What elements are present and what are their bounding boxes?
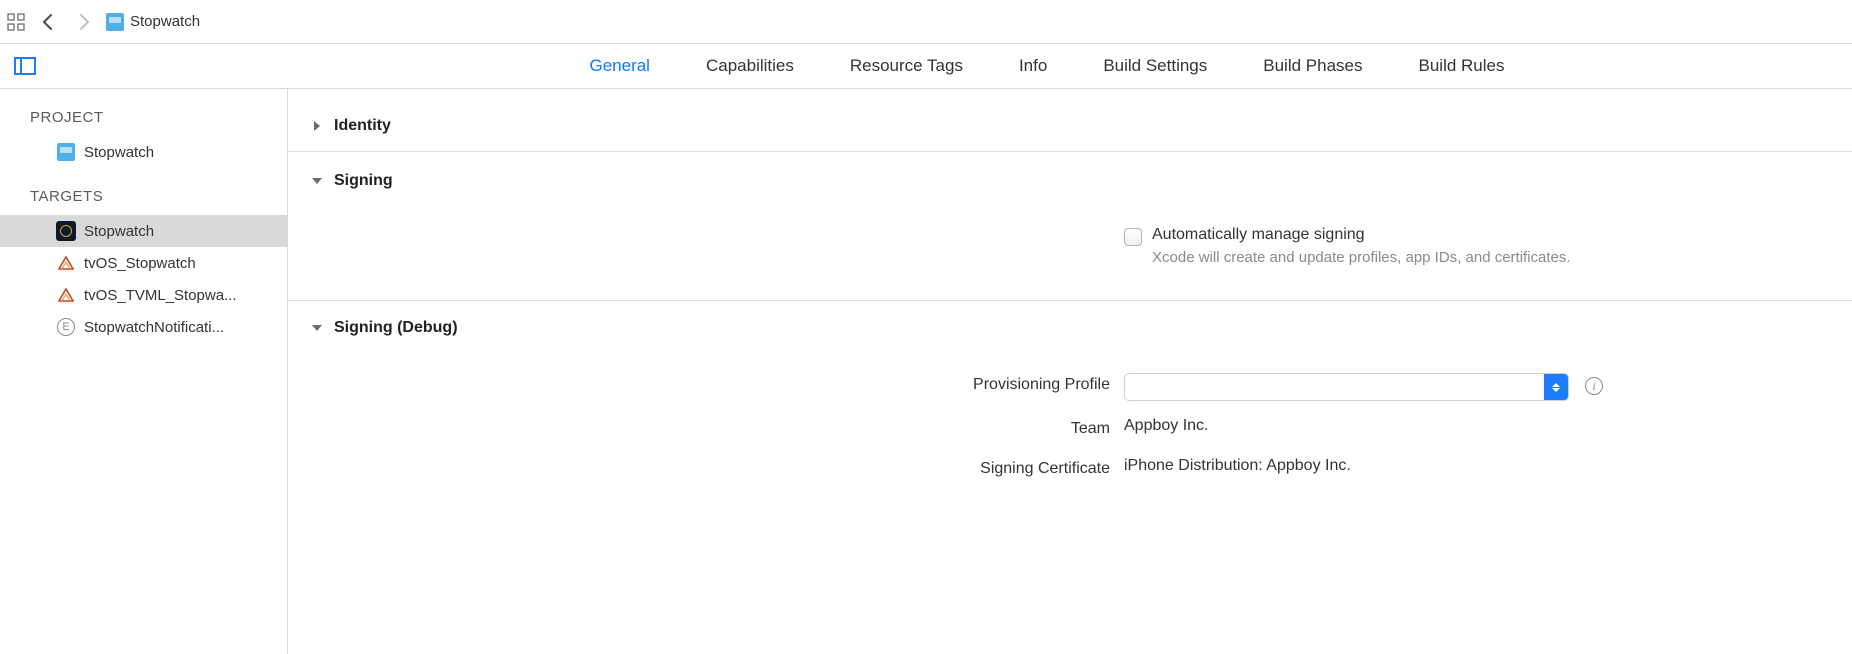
- cert-label: Signing Certificate: [288, 457, 1124, 481]
- section-signing-header[interactable]: Signing: [288, 152, 1852, 200]
- target-editor: Identity Signing Automatically manage si…: [288, 89, 1852, 654]
- section-signing-title: Signing: [334, 172, 393, 190]
- signing-form: Automatically manage signing Xcode will …: [288, 200, 1852, 294]
- main-split: PROJECT Stopwatch TARGETS Stopwatch tvOS…: [0, 89, 1852, 654]
- target-item-stopwatch[interactable]: Stopwatch: [0, 215, 287, 247]
- tvos-target-icon: [56, 253, 76, 273]
- tab-info[interactable]: Info: [1019, 56, 1047, 76]
- project-icon: [106, 13, 124, 31]
- project-section-label: PROJECT: [0, 103, 287, 136]
- nav-forward-button[interactable]: [70, 13, 98, 31]
- related-items-icon[interactable]: [6, 12, 26, 32]
- provisioning-row: Provisioning Profile i: [288, 365, 1852, 409]
- target-item-label: Stopwatch: [84, 223, 154, 240]
- tab-build-rules[interactable]: Build Rules: [1419, 56, 1505, 76]
- breadcrumb-bar: Stopwatch: [0, 0, 1852, 44]
- project-item-stopwatch[interactable]: Stopwatch: [0, 136, 287, 168]
- auto-manage-row: Automatically manage signing Xcode will …: [288, 218, 1852, 276]
- project-item-label: Stopwatch: [84, 144, 154, 161]
- chevron-down-icon: [310, 174, 324, 188]
- team-label: Team: [288, 417, 1124, 441]
- signing-debug-form: Provisioning Profile i Team Appboy Inc. …: [288, 347, 1852, 507]
- provisioning-label: Provisioning Profile: [288, 373, 1124, 397]
- targets-section-label: TARGETS: [0, 168, 287, 215]
- auto-manage-label: Automatically manage signing: [1152, 226, 1571, 244]
- team-row: Team Appboy Inc.: [288, 409, 1852, 449]
- info-icon[interactable]: i: [1585, 377, 1603, 395]
- auto-manage-checkbox[interactable]: [1124, 228, 1142, 246]
- editor-tab-bar: General Capabilities Resource Tags Info …: [0, 44, 1852, 89]
- target-item-notification-ext[interactable]: E StopwatchNotificati...: [0, 311, 287, 343]
- target-item-label: StopwatchNotificati...: [84, 319, 224, 336]
- cert-row: Signing Certificate iPhone Distribution:…: [288, 449, 1852, 489]
- provisioning-profile-select[interactable]: [1124, 373, 1569, 401]
- tab-general[interactable]: General: [589, 56, 649, 76]
- target-item-label: tvOS_Stopwatch: [84, 255, 196, 272]
- target-item-label: tvOS_TVML_Stopwa...: [84, 287, 237, 304]
- tvos-target-icon: [56, 285, 76, 305]
- project-icon: [56, 142, 76, 162]
- chevron-down-icon: [310, 321, 324, 335]
- section-signing-debug-header[interactable]: Signing (Debug): [288, 301, 1852, 347]
- extension-target-icon: E: [56, 317, 76, 337]
- section-signing-debug-title: Signing (Debug): [334, 319, 458, 337]
- editor-tabs: General Capabilities Resource Tags Info …: [42, 56, 1852, 76]
- section-identity-header[interactable]: Identity: [288, 107, 1852, 145]
- project-navigator: PROJECT Stopwatch TARGETS Stopwatch tvOS…: [0, 89, 288, 654]
- tab-build-settings[interactable]: Build Settings: [1103, 56, 1207, 76]
- chevron-right-icon: [310, 119, 324, 133]
- target-item-tvos-tvml[interactable]: tvOS_TVML_Stopwa...: [0, 279, 287, 311]
- breadcrumb-title: Stopwatch: [130, 13, 200, 30]
- tab-resource-tags[interactable]: Resource Tags: [850, 56, 963, 76]
- tab-build-phases[interactable]: Build Phases: [1263, 56, 1362, 76]
- section-identity-title: Identity: [334, 117, 391, 135]
- project-outline-toggle[interactable]: [8, 51, 42, 81]
- select-caret-icon: [1544, 374, 1568, 400]
- app-target-icon: [56, 221, 76, 241]
- cert-value: iPhone Distribution: Appboy Inc.: [1124, 457, 1351, 475]
- breadcrumb-project[interactable]: Stopwatch: [106, 13, 200, 31]
- auto-manage-subtext: Xcode will create and update profiles, a…: [1152, 248, 1571, 268]
- target-item-tvos-stopwatch[interactable]: tvOS_Stopwatch: [0, 247, 287, 279]
- tab-capabilities[interactable]: Capabilities: [706, 56, 794, 76]
- team-value: Appboy Inc.: [1124, 417, 1209, 435]
- nav-back-button[interactable]: [34, 13, 62, 31]
